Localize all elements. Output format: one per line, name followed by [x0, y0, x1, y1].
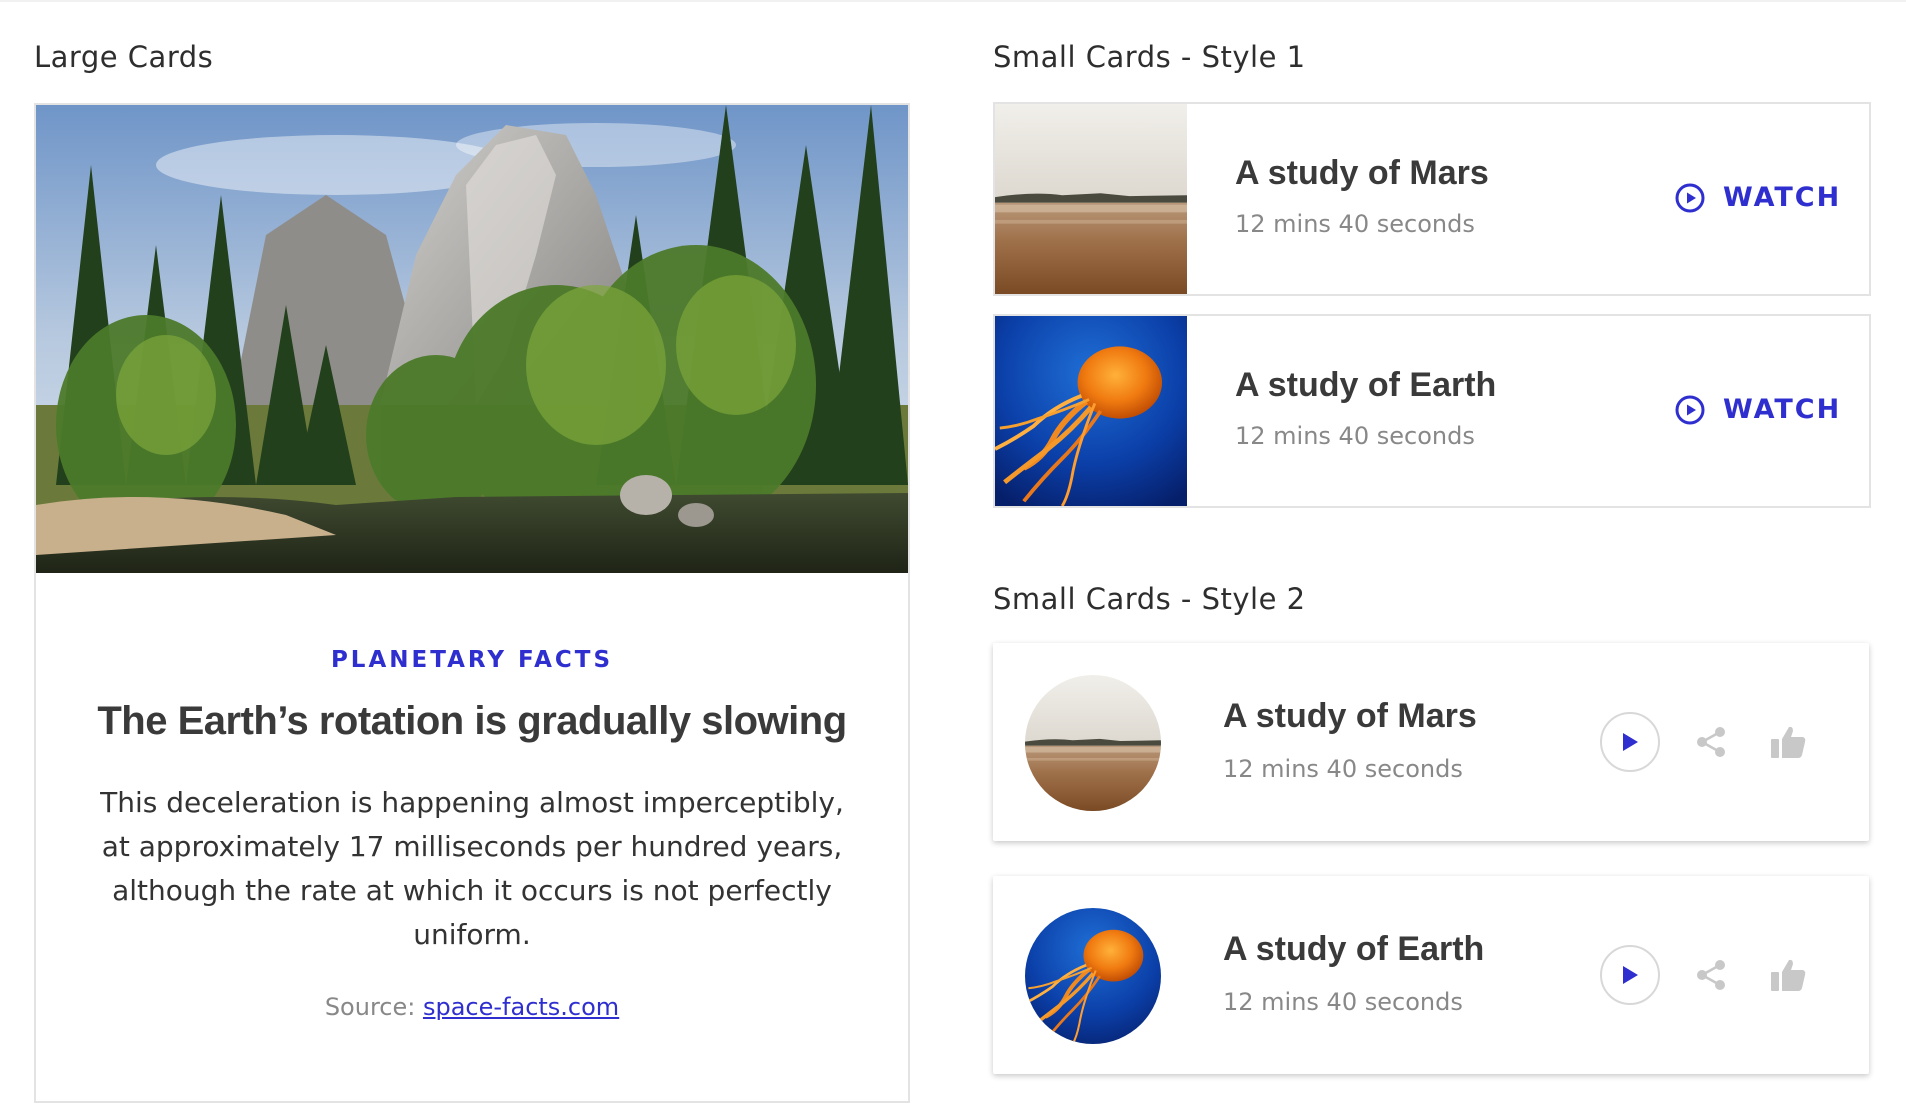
share-icon[interactable] — [1693, 724, 1729, 760]
small-card-style1-mars[interactable]: A study of Mars 12 mins 40 seconds WATCH — [993, 102, 1871, 296]
source-link[interactable]: space-facts.com — [423, 993, 619, 1021]
forest-river-mountain-photo — [36, 105, 908, 573]
card-duration: 12 mins 40 seconds — [1223, 988, 1463, 1016]
card-title: A study of Mars — [1223, 697, 1477, 735]
thumbs-up-icon[interactable] — [1769, 957, 1807, 993]
small-card-style2-earth[interactable]: A study of Earth 12 mins 40 seconds — [993, 876, 1869, 1074]
card-duration: 12 mins 40 seconds — [1235, 422, 1475, 450]
play-button[interactable] — [1600, 712, 1660, 772]
card-headline: The Earth’s rotation is gradually slowin… — [97, 699, 847, 743]
share-icon[interactable] — [1693, 957, 1729, 993]
play-icon — [1623, 733, 1638, 751]
small-card-style2-mars[interactable]: A study of Mars 12 mins 40 seconds — [993, 643, 1869, 841]
watch-button[interactable]: WATCH — [1675, 182, 1841, 213]
play-circle-icon — [1675, 183, 1705, 212]
play-button[interactable] — [1600, 945, 1660, 1005]
card-category: PLANETARY FACTS — [330, 647, 614, 673]
play-icon — [1623, 966, 1638, 984]
beach-landscape-photo — [1025, 675, 1161, 811]
card-title: A study of Earth — [1235, 366, 1497, 404]
card-duration: 12 mins 40 seconds — [1235, 210, 1475, 238]
jellyfish-photo — [995, 316, 1187, 506]
watch-label: WATCH — [1723, 182, 1842, 213]
small-card-style1-earth[interactable]: A study of Earth 12 mins 40 seconds WATC… — [993, 314, 1871, 508]
watch-button[interactable]: WATCH — [1675, 394, 1841, 425]
top-divider — [0, 0, 1906, 2]
section-title-small-style1: Small Cards - Style 1 — [993, 40, 1306, 74]
watch-label: WATCH — [1723, 394, 1842, 425]
card-duration: 12 mins 40 seconds — [1223, 755, 1463, 783]
thumbs-up-icon[interactable] — [1769, 724, 1807, 760]
beach-landscape-photo — [995, 104, 1187, 294]
card-title: A study of Mars — [1235, 154, 1489, 192]
card-body: This deceleration is happening almost im… — [100, 786, 844, 951]
play-circle-icon — [1675, 395, 1705, 424]
section-title-large-cards: Large Cards — [34, 40, 214, 74]
card-title: A study of Earth — [1223, 930, 1485, 968]
section-title-small-style2: Small Cards - Style 2 — [993, 582, 1306, 616]
card-source: Source: space-facts.com — [36, 993, 908, 1021]
jellyfish-photo — [1025, 908, 1161, 1044]
large-card[interactable]: PLANETARY FACTS The Earth’s rotation is … — [34, 103, 910, 1103]
source-prefix: Source: — [324, 993, 423, 1021]
